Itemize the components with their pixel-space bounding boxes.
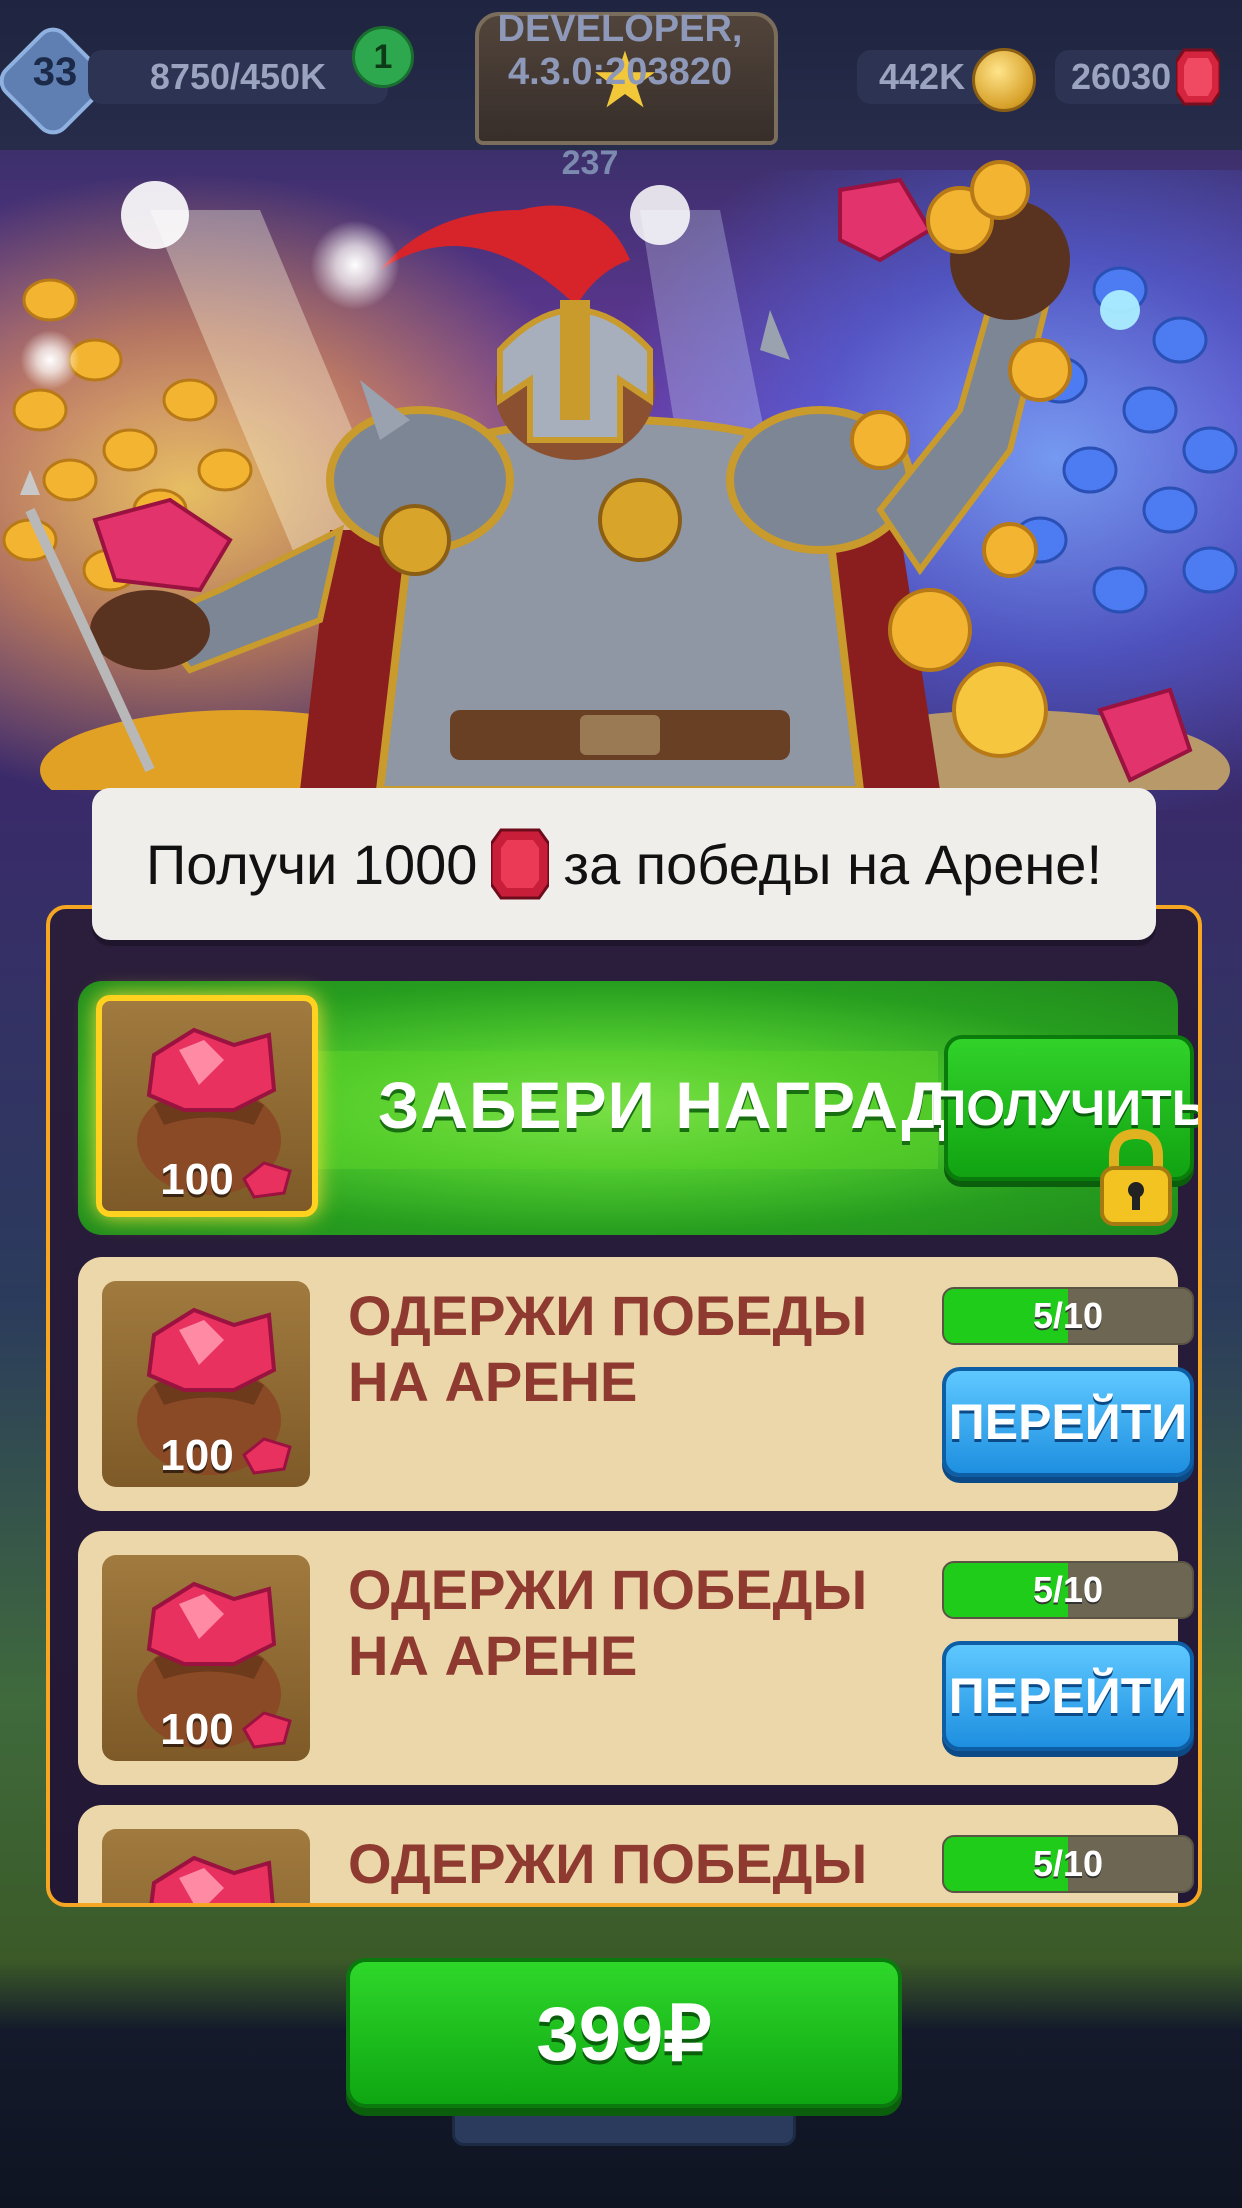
- gem-sack-icon: [149, 1855, 275, 1903]
- quest-row: 100 ОДЕРЖИ ПОБЕДЫ НА 5/10: [78, 1805, 1194, 1903]
- purchase-button[interactable]: 399₽: [346, 1958, 902, 2108]
- progress-text: 5/10: [1032, 1843, 1104, 1884]
- quest-title: ОДЕРЖИ ПОБЕДЫ НА АРЕНЕ: [348, 1284, 868, 1413]
- banner-text-start: Получи 1000: [145, 832, 478, 896]
- go-button[interactable]: ПЕРЕЙТИ: [942, 1367, 1194, 1477]
- progress-bar: 5/10: [942, 1561, 1194, 1619]
- gem-icon: [242, 1711, 292, 1749]
- reward-icon: 100: [96, 995, 318, 1217]
- reward-icon: 100: [102, 1555, 310, 1761]
- claim-label: ЗАБЕРИ НАГРАДУ: [378, 1068, 993, 1142]
- quest-title: ОДЕРЖИ ПОБЕДЫ НА: [348, 1832, 868, 1903]
- chest-count: 237: [561, 144, 619, 182]
- hero-illustration: [2, 160, 1238, 790]
- build-label: DEVELOPER, 4.3.0:203820: [497, 8, 743, 93]
- go-button[interactable]: ПЕРЕЙТИ: [942, 1641, 1194, 1751]
- claim-reward-row: 100 ЗАБЕРИ НАГРАДУ ПОЛУЧИТЬ: [78, 981, 1198, 1235]
- quest-row: 100 ОДЕРЖИ ПОБЕДЫ НА АРЕНЕ 5/10 ПЕРЕЙТИ: [78, 1257, 1194, 1511]
- banner-text-end: за победы на Арене!: [563, 832, 1103, 896]
- progress-text: 5/10: [1032, 1295, 1104, 1336]
- sparkle: [310, 220, 400, 310]
- reward-icon: 100: [102, 1281, 310, 1487]
- quest-panel[interactable]: 100 ЗАБЕРИ НАГРАДУ ПОЛУЧИТЬ 100 ОДЕРЖИ П…: [46, 905, 1202, 1907]
- quest-title: ОДЕРЖИ ПОБЕДЫ НА АРЕНЕ: [348, 1558, 868, 1687]
- offer-banner: Получи 1000 за победы на Арене!: [92, 788, 1156, 940]
- gem-icon: [242, 1161, 292, 1199]
- progress-bar: 5/10: [942, 1287, 1194, 1345]
- progress-text: 5/10: [1032, 1569, 1104, 1610]
- reward-icon: 100: [102, 1829, 310, 1903]
- sparkle: [20, 330, 80, 390]
- notification-badge[interactable]: 1: [352, 26, 414, 88]
- gem-icon: [1176, 48, 1220, 106]
- progress-bar: 5/10: [942, 1835, 1194, 1893]
- quest-row: 100 ОДЕРЖИ ПОБЕДЫ НА АРЕНЕ 5/10 ПЕРЕЙТИ: [78, 1531, 1194, 1785]
- gold-coin-icon: [972, 48, 1036, 112]
- gem-icon: [491, 828, 550, 900]
- level-number: 33: [32, 50, 78, 94]
- xp-counter: 8750/450K: [88, 50, 388, 104]
- gem-icon: [242, 1437, 292, 1475]
- lock-icon: [1100, 1128, 1172, 1226]
